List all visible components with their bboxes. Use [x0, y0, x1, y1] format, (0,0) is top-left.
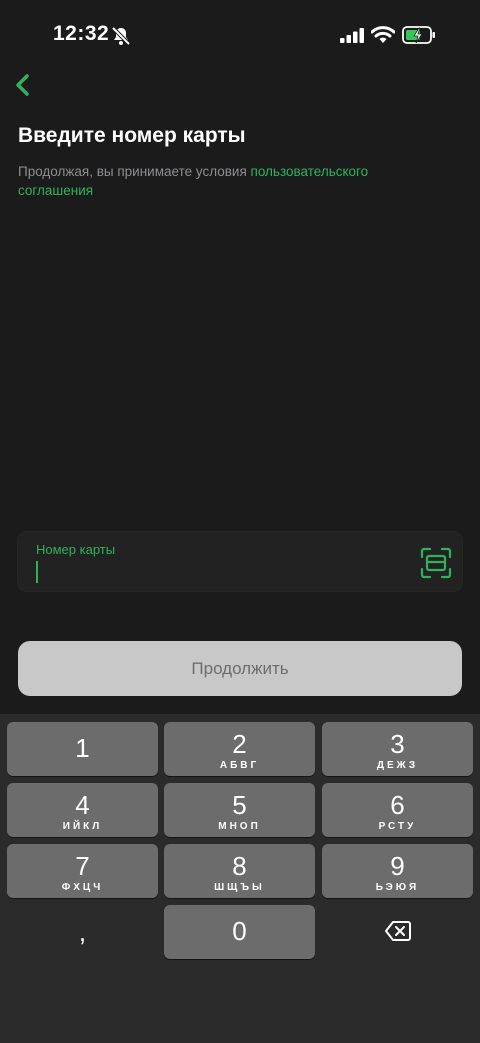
key-letters: ШЩЪЫ — [214, 882, 265, 893]
key-8[interactable]: 8 ШЩЪЫ — [164, 844, 315, 898]
key-letters: ЬЭЮЯ — [375, 882, 420, 893]
key-digit: 3 — [390, 729, 405, 759]
card-number-label: Номер карты — [36, 542, 116, 557]
key-letters: ФХЦЧ — [61, 882, 104, 893]
key-letters: РСТУ — [378, 821, 417, 832]
key-digit: 8 — [232, 851, 247, 881]
key-0[interactable]: 0 — [164, 905, 315, 959]
key-digit: 7 — [75, 851, 90, 881]
key-digit: 4 — [75, 790, 90, 820]
terms-text: Продолжая, вы принимаете условия пользов… — [18, 162, 438, 200]
continue-button[interactable]: Продолжить — [18, 641, 462, 696]
chevron-left-icon[interactable] — [10, 70, 38, 102]
text-caret — [36, 561, 38, 583]
cellular-signal-icon — [340, 28, 364, 43]
terms-prefix: Продолжая, вы принимаете условия — [18, 164, 251, 179]
page-title: Введите номер карты — [18, 124, 246, 147]
wifi-icon — [371, 26, 395, 43]
key-letters: МНОП — [218, 821, 261, 832]
delete-key[interactable] — [322, 905, 473, 959]
card-number-field[interactable]: Номер карты — [17, 531, 463, 592]
card-scan-icon[interactable] — [420, 547, 452, 579]
comma-label: , — [78, 917, 87, 947]
key-9[interactable]: 9 ЬЭЮЯ — [322, 844, 473, 898]
comma-key[interactable]: , — [7, 905, 158, 959]
bell-muted-icon — [111, 26, 131, 46]
key-digit: 1 — [75, 733, 90, 763]
key-5[interactable]: 5 МНОП — [164, 783, 315, 837]
key-letters: ДЕЖЗ — [376, 760, 419, 771]
key-4[interactable]: 4 ИЙКЛ — [7, 783, 158, 837]
card-entry-screen: 12:32 Введите номер карты Продолжая, вы … — [0, 0, 480, 714]
status-bar: 12:32 — [0, 0, 480, 70]
battery-charging-icon — [402, 26, 435, 44]
key-digit: 0 — [232, 916, 247, 946]
key-6[interactable]: 6 РСТУ — [322, 783, 473, 837]
card-number-input[interactable] — [34, 559, 398, 585]
key-2[interactable]: 2 АБВГ — [164, 722, 315, 776]
key-letters: АБВГ — [219, 760, 260, 771]
status-time: 12:32 — [53, 22, 110, 45]
backspace-icon — [384, 921, 411, 941]
key-digit: 6 — [390, 790, 405, 820]
key-3[interactable]: 3 ДЕЖЗ — [322, 722, 473, 776]
key-digit: 2 — [232, 729, 247, 759]
key-letters: ИЙКЛ — [62, 821, 103, 832]
key-1[interactable]: 1 — [7, 722, 158, 776]
key-digit: 9 — [390, 851, 405, 881]
key-7[interactable]: 7 ФХЦЧ — [7, 844, 158, 898]
key-digit: 5 — [232, 790, 247, 820]
numeric-keyboard: 1 2 АБВГ 3 ДЕЖЗ 4 ИЙКЛ 5 МНОП 6 РСТУ 7 Ф… — [0, 714, 480, 1043]
